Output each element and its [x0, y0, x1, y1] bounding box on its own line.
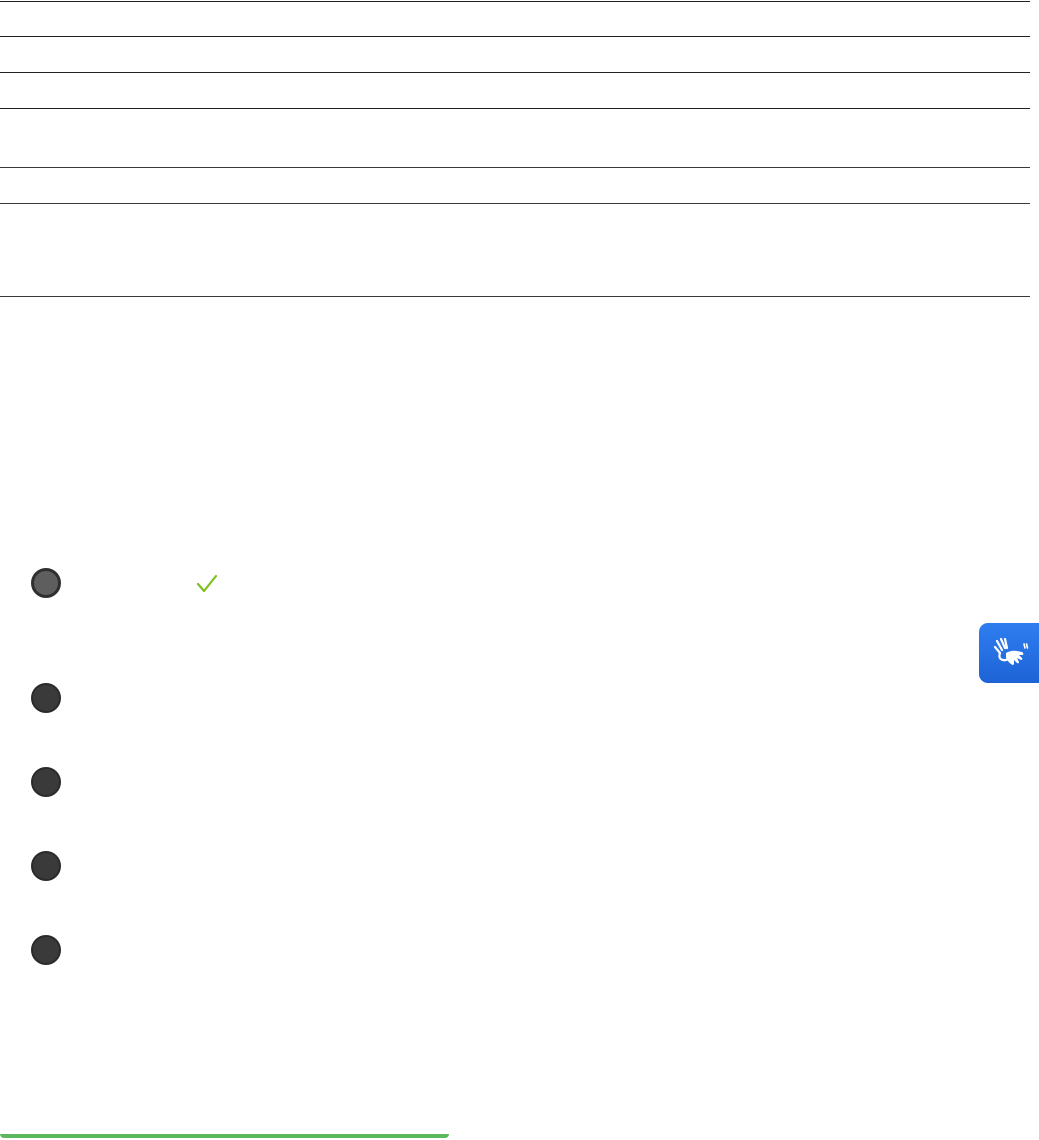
page	[0, 0, 1039, 1140]
progress-bar-fill	[0, 1134, 449, 1138]
table-divider	[0, 296, 1030, 297]
table-divider	[0, 108, 1030, 109]
radio-button[interactable]	[31, 935, 61, 965]
answer-option-2[interactable]	[31, 683, 61, 713]
progress-bar	[0, 1134, 449, 1138]
answer-option-3[interactable]	[31, 767, 61, 797]
accessibility-button[interactable]	[979, 623, 1039, 683]
answer-option-1[interactable]	[31, 568, 218, 598]
table-divider	[0, 72, 1030, 73]
table-divider	[0, 167, 1030, 168]
radio-button[interactable]	[31, 851, 61, 881]
table-divider	[0, 1, 1030, 2]
radio-button[interactable]	[31, 683, 61, 713]
sign-language-hands-icon	[993, 637, 1029, 665]
radio-button[interactable]	[31, 767, 61, 797]
checkmark-icon	[196, 574, 218, 593]
table-divider	[0, 203, 1030, 204]
answer-option-5[interactable]	[31, 935, 61, 965]
answer-option-4[interactable]	[31, 851, 61, 881]
table-divider	[0, 36, 1030, 37]
radio-button-selected[interactable]	[31, 568, 61, 598]
